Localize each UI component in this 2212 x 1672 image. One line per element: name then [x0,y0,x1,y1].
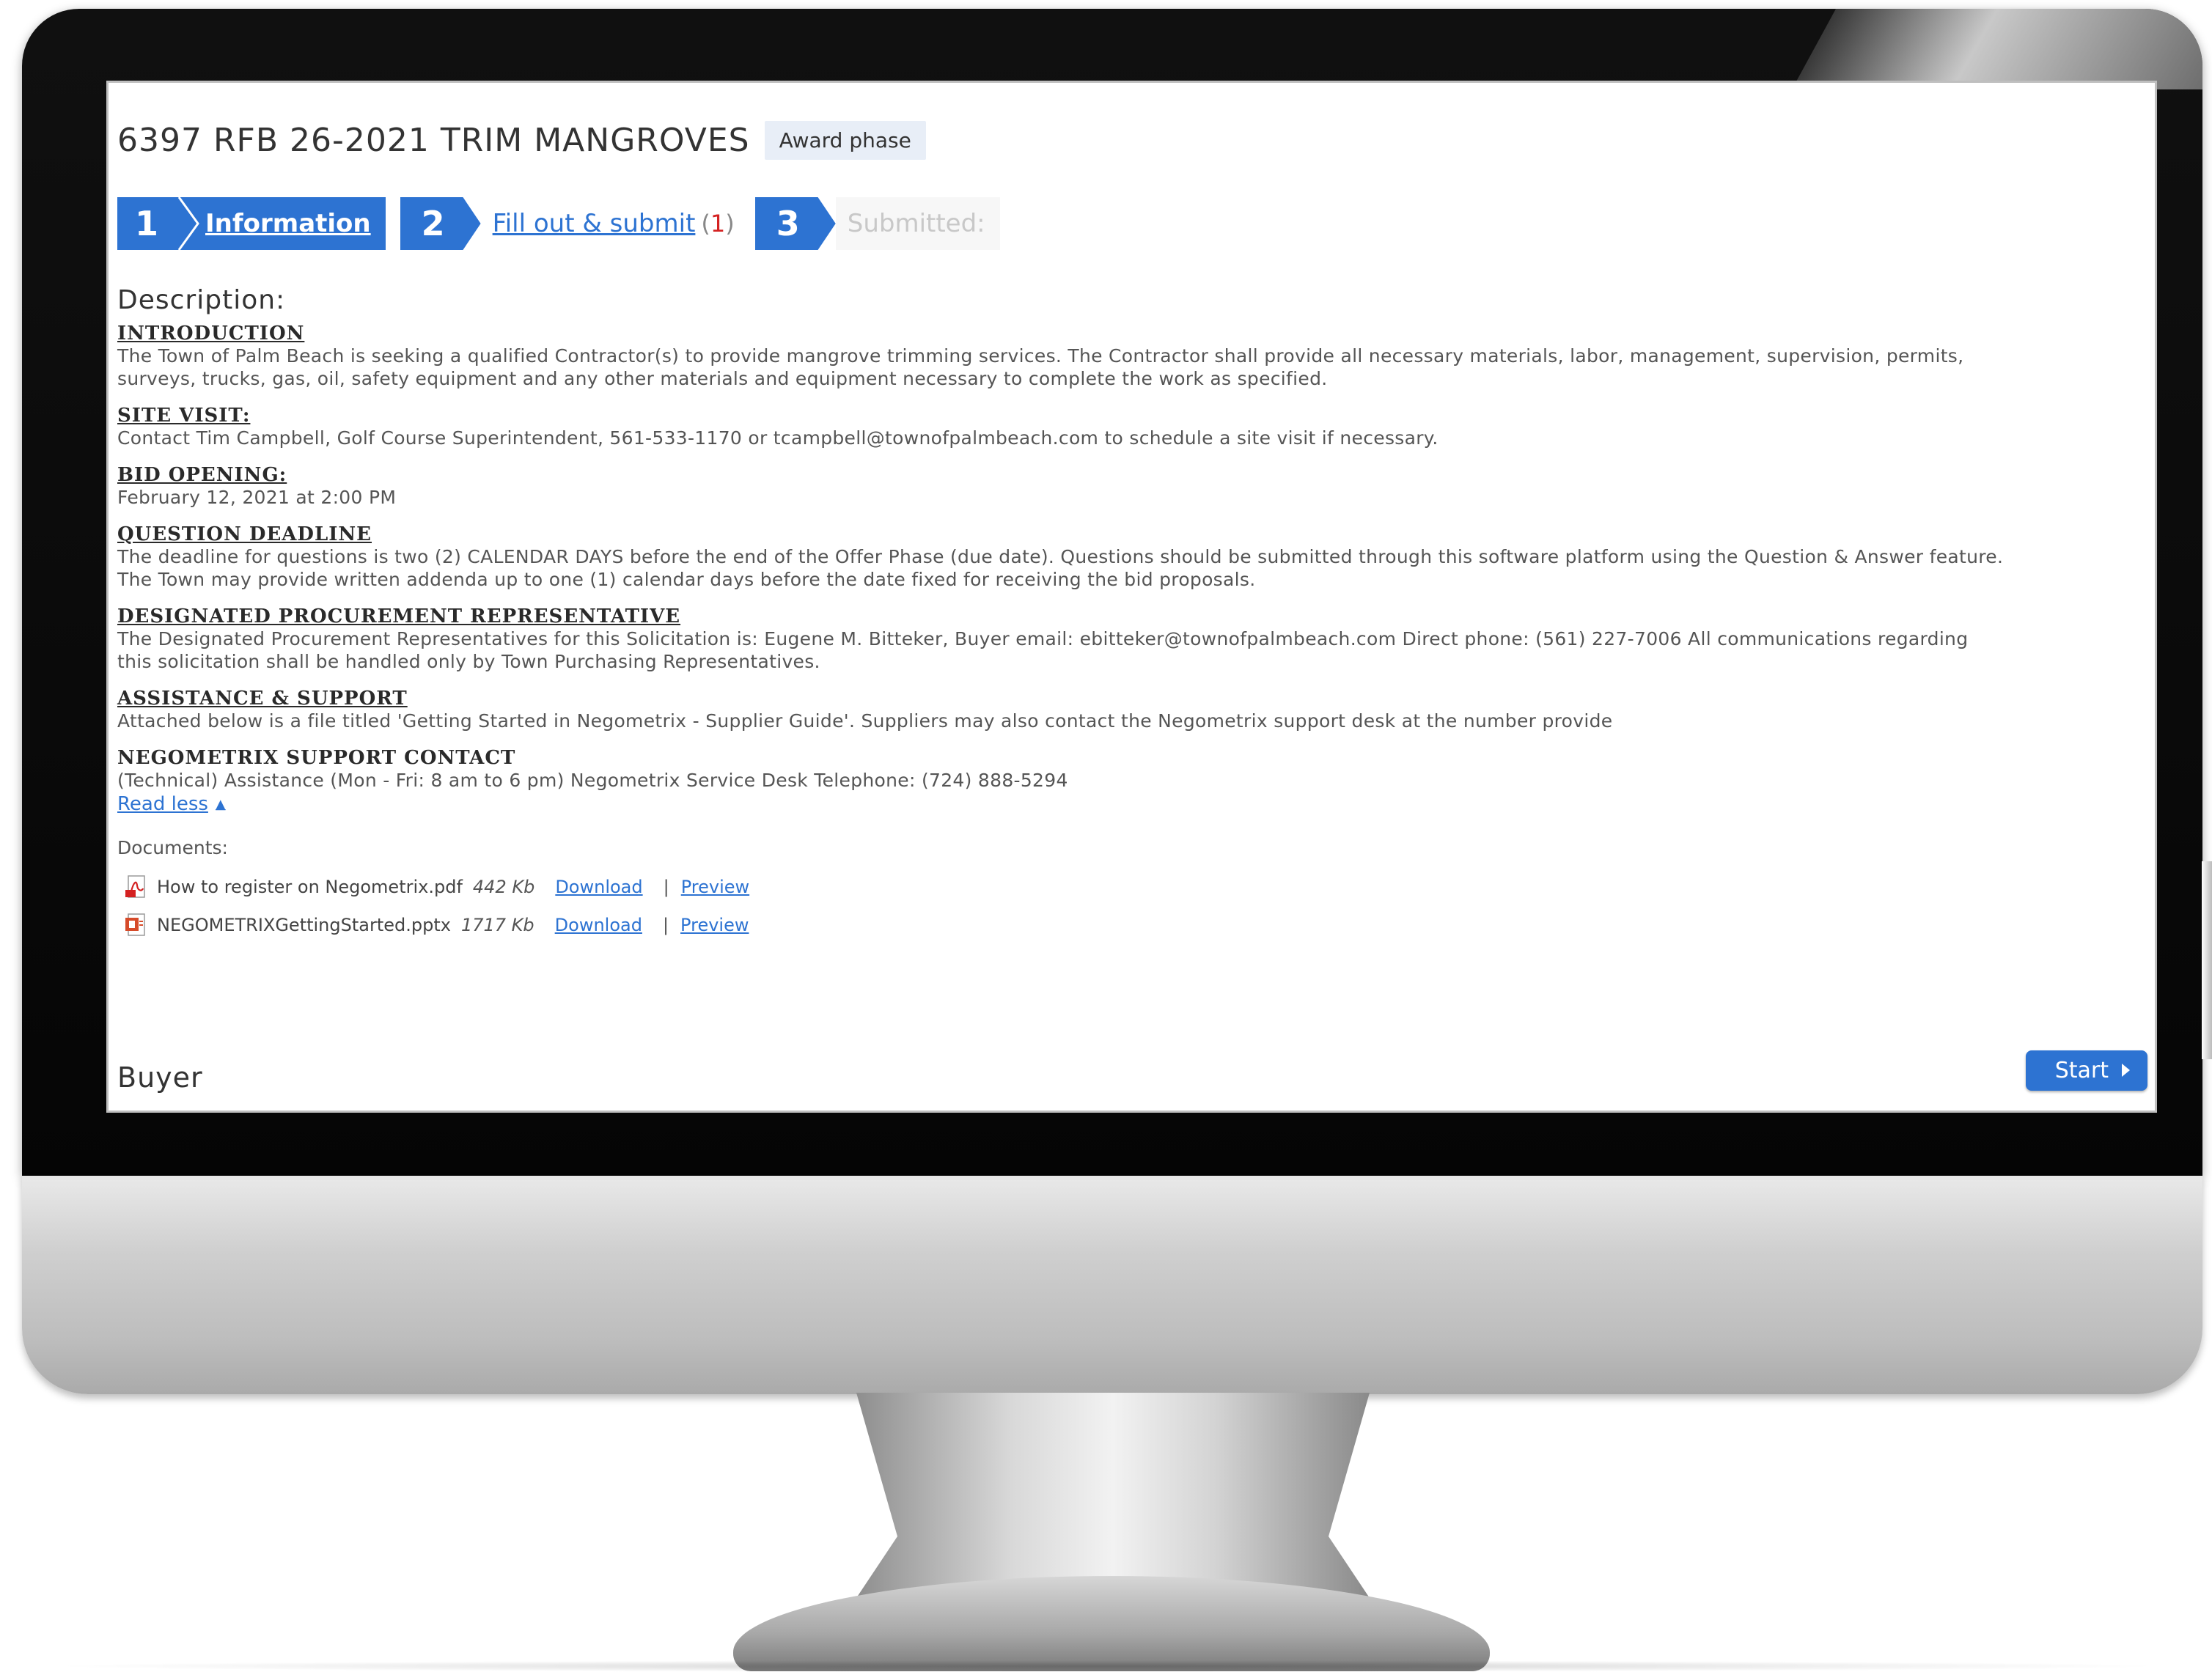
section-title: INTRODUCTION [117,323,305,345]
step-2-count-value: 1 [710,210,726,237]
buyer-heading: Buyer [117,1061,203,1094]
section-question-deadline: QUESTION DEADLINE The deadline for quest… [117,523,2146,591]
section-line: Contact Tim Campbell, Golf Course Superi… [117,427,1438,449]
step-navigation: 1 Information 2 Fill out & submit (1) 3 [117,197,2146,250]
section-line: this solicitation shall be handled only … [117,651,820,672]
monitor-chin [22,1176,2202,1394]
section-line: surveys, trucks, gas, oil, safety equipm… [117,368,1328,389]
section-site-visit: SITE VISIT: Contact Tim Campbell, Golf C… [117,405,2146,449]
download-link[interactable]: Download [555,877,642,897]
step-1-number: 1 [117,197,176,250]
document-size: 1717 Kb [460,915,534,935]
monitor-stand [856,1393,1370,1598]
section-line: The Town may provide written addenda up … [117,569,1256,590]
document-name: NEGOMETRIXGettingStarted.pptx [157,915,451,935]
monitor-base [733,1576,1490,1671]
section-title: DESIGNATED PROCUREMENT REPRESENTATIVE [117,605,681,627]
document-size: 442 Kb [472,877,535,897]
background-device-edge [2202,861,2212,1059]
bezel-glare [1792,9,2202,89]
section-line: (Technical) Assistance (Mon - Fri: 8 am … [117,770,1068,791]
step-2-label[interactable]: Fill out & submit [481,209,696,238]
page-title: 6397 RFB 26-2021 TRIM MANGROVES [117,121,750,159]
description-heading: Description: [117,285,286,315]
step-3-number: 3 [754,197,836,250]
preview-link[interactable]: Preview [681,877,749,897]
floor-shadow [44,1660,2170,1672]
triangle-up-icon: ▲ [215,796,226,812]
read-less-link[interactable]: Read less ▲ [117,793,226,815]
section-line: Attached below is a file titled 'Getting… [117,710,1613,732]
section-line: February 12, 2021 at 2:00 PM [117,487,397,508]
download-link[interactable]: Download [555,915,642,935]
section-line: The deadline for questions is two (2) CA… [117,546,2004,567]
section-introduction: INTRODUCTION The Town of Palm Beach is s… [117,323,2146,390]
section-title: NEGOMETRIX SUPPORT CONTACT [117,747,516,769]
section-title: QUESTION DEADLINE [117,523,372,545]
start-button-label[interactable]: Start [2055,1058,2109,1083]
document-name: How to register on Negometrix.pdf [157,877,463,897]
title-row: 6397 RFB 26-2021 TRIM MANGROVES Award ph… [117,119,2146,161]
screen: 6397 RFB 26-2021 TRIM MANGROVES Award ph… [106,81,2157,1113]
link-separator: | [662,915,669,935]
preview-link[interactable]: Preview [680,915,749,935]
section-line: The Designated Procurement Representativ… [117,628,1969,649]
tender-page: 6397 RFB 26-2021 TRIM MANGROVES Award ph… [109,83,2155,936]
phase-badge: Award phase [764,120,926,160]
pdf-file-icon [125,875,150,899]
section-line: The Town of Palm Beach is seeking a qual… [117,345,1964,367]
section-title: ASSISTANCE & SUPPORT [117,688,408,710]
step-2-number: 2 [400,197,481,250]
step-2-count-open: ( [701,210,710,237]
step-1-box: 1 Information [117,197,386,250]
step-1-label[interactable]: Information [202,209,386,238]
section-title: BID OPENING: [117,464,287,486]
link-separator: | [663,877,669,897]
read-less-label[interactable]: Read less [117,793,208,815]
section-title: SITE VISIT: [117,405,251,427]
section-bid-opening: BID OPENING: February 12, 2021 at 2:00 P… [117,464,2146,509]
section-support-contact: NEGOMETRIX SUPPORT CONTACT (Technical) A… [117,747,2146,792]
section-assistance-support: ASSISTANCE & SUPPORT Attached below is a… [117,688,2146,732]
caret-right-icon [2122,1064,2130,1077]
document-row: How to register on Negometrix.pdf 442 Kb… [117,875,2146,899]
step-submitted: 3 Submitted: [754,197,1000,250]
pptx-file-icon [125,913,150,937]
section-procurement-representative: DESIGNATED PROCUREMENT REPRESENTATIVE Th… [117,605,2146,673]
step-fill-out-submit[interactable]: 2 Fill out & submit (1) [400,197,742,250]
start-button[interactable]: Start [2025,1050,2147,1091]
document-row: NEGOMETRIXGettingStarted.pptx 1717 Kb Do… [117,913,2146,937]
step-2-count: (1) [695,210,741,237]
documents-label: Documents: [117,837,228,858]
buyer-row: Buyer Start [117,1050,2147,1103]
step-2-count-close: ) [725,210,735,237]
step-3-label: Submitted: [835,197,1000,250]
step-information[interactable]: 1 Information [117,197,386,250]
step-chevron-icon [176,197,202,250]
